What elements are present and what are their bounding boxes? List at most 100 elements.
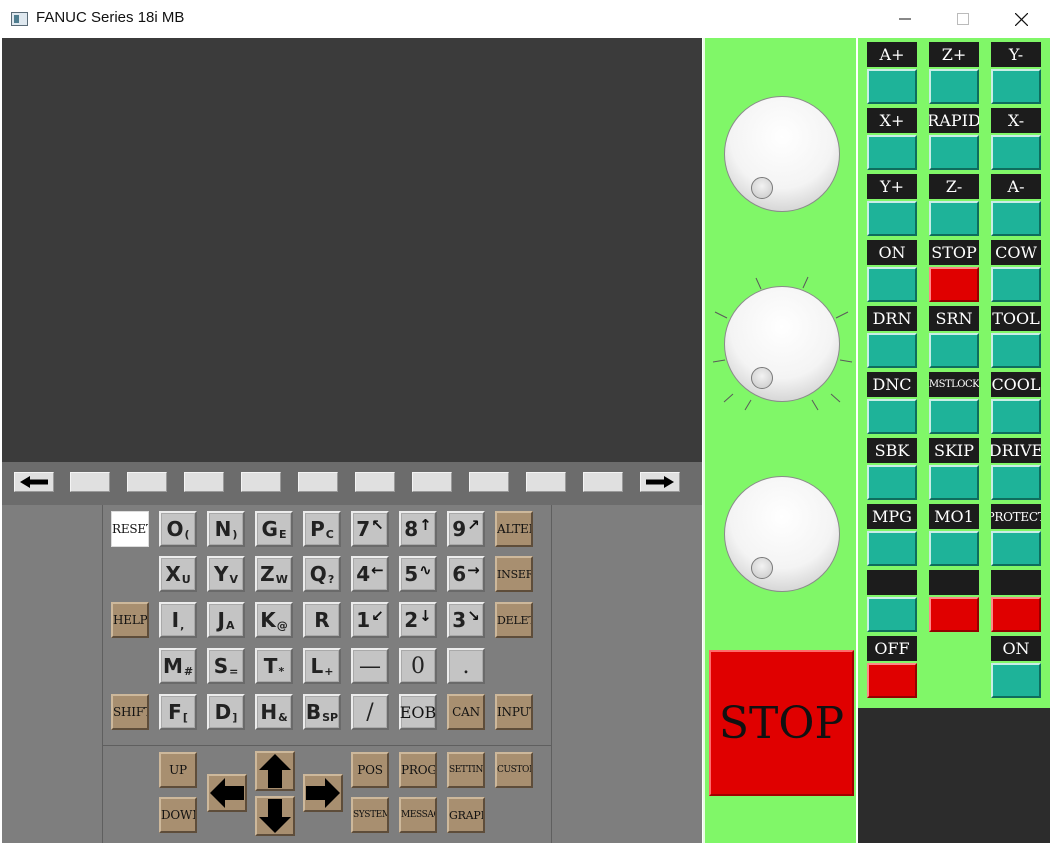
input-key[interactable]: INPUT: [495, 694, 533, 730]
skip-button[interactable]: [929, 465, 979, 500]
page-up-key[interactable]: UP: [159, 752, 197, 788]
cursor-right-key[interactable]: [303, 774, 343, 812]
mstlock-button[interactable]: [929, 399, 979, 434]
jog-x-plus-button[interactable]: [867, 135, 917, 170]
prog-key[interactable]: PROG: [399, 752, 437, 788]
reset-key[interactable]: RESET: [111, 511, 149, 547]
drive-button[interactable]: [991, 465, 1041, 500]
key-8[interactable]: 8 ↑: [399, 511, 437, 547]
key-4[interactable]: 4 ←: [351, 556, 389, 592]
key-z[interactable]: ZW: [255, 556, 293, 592]
sbk-button[interactable]: [867, 465, 917, 500]
key-d[interactable]: D]: [207, 694, 245, 730]
rapid-button[interactable]: [929, 135, 979, 170]
eob-key[interactable]: EOB: [399, 694, 437, 730]
mode-select-knob[interactable]: [724, 476, 840, 592]
key-t[interactable]: T *: [255, 648, 293, 684]
maximize-button[interactable]: [934, 0, 992, 38]
jog-y-plus-button[interactable]: [867, 201, 917, 236]
close-button[interactable]: [992, 0, 1050, 38]
page-down-key[interactable]: DOWN: [159, 797, 197, 833]
power-off-button[interactable]: [867, 663, 917, 698]
softkey-5[interactable]: [298, 472, 338, 492]
can-key[interactable]: CAN: [447, 694, 485, 730]
jog-z-minus-button[interactable]: [929, 201, 979, 236]
help-key[interactable]: HELP: [111, 602, 149, 638]
key-9[interactable]: 9 ↗: [447, 511, 485, 547]
softkey-next-button[interactable]: [640, 472, 680, 492]
softkey-7[interactable]: [412, 472, 452, 492]
emergency-stop-button[interactable]: STOP: [709, 650, 854, 796]
key-g[interactable]: GE: [255, 511, 293, 547]
unlabeled-red-button[interactable]: [929, 597, 979, 632]
shift-key[interactable]: SHIFT: [111, 694, 149, 730]
spindle-override-knob[interactable]: [724, 286, 840, 402]
key-q[interactable]: Q?: [303, 556, 341, 592]
message-key[interactable]: MESSAGE: [399, 797, 437, 833]
key-3[interactable]: 3 ↘: [447, 602, 485, 638]
jog-a-plus-button[interactable]: [867, 69, 917, 104]
delete-key[interactable]: DELETE: [495, 602, 533, 638]
unlabeled-button[interactable]: [867, 597, 917, 632]
key-k[interactable]: K @: [255, 602, 293, 638]
key-0[interactable]: 0: [399, 648, 437, 684]
key-6[interactable]: 6 →: [447, 556, 485, 592]
minimize-button[interactable]: [876, 0, 934, 38]
key-2[interactable]: 2 ↓: [399, 602, 437, 638]
key-o[interactable]: O(: [159, 511, 197, 547]
unlabeled-red-button[interactable]: [991, 597, 1041, 632]
power-on-button[interactable]: [991, 663, 1041, 698]
softkey-3[interactable]: [184, 472, 224, 492]
tool-button[interactable]: [991, 333, 1041, 368]
key-7[interactable]: 7 ↖: [351, 511, 389, 547]
custom-key[interactable]: CUSTOM: [495, 752, 533, 788]
jog-x-minus-button[interactable]: [991, 135, 1041, 170]
cow-button[interactable]: [991, 267, 1041, 302]
mo1-button[interactable]: [929, 531, 979, 566]
pos-key[interactable]: POS: [351, 752, 389, 788]
key-s[interactable]: S =: [207, 648, 245, 684]
key-i[interactable]: I,: [159, 602, 197, 638]
cursor-left-key[interactable]: [207, 774, 247, 812]
setting-key[interactable]: SETTING: [447, 752, 485, 788]
cursor-down-key[interactable]: [255, 796, 295, 836]
key-period[interactable]: .: [447, 648, 485, 684]
drn-button[interactable]: [867, 333, 917, 368]
key-f[interactable]: F[: [159, 694, 197, 730]
srn-button[interactable]: [929, 333, 979, 368]
mpg-button[interactable]: [867, 531, 917, 566]
softkey-2[interactable]: [127, 472, 167, 492]
key-j[interactable]: JA: [207, 602, 245, 638]
jog-z-plus-button[interactable]: [929, 69, 979, 104]
softkey-6[interactable]: [355, 472, 395, 492]
jog-a-minus-button[interactable]: [991, 201, 1041, 236]
softkey-9[interactable]: [526, 472, 566, 492]
key-p[interactable]: PC: [303, 511, 341, 547]
cycle-stop-button[interactable]: [929, 267, 979, 302]
key-n[interactable]: N): [207, 511, 245, 547]
key-x[interactable]: XU: [159, 556, 197, 592]
key-b[interactable]: B SP: [303, 694, 341, 730]
softkey-8[interactable]: [469, 472, 509, 492]
cursor-up-key[interactable]: [255, 751, 295, 791]
graph-key[interactable]: GRAPH: [447, 797, 485, 833]
key-m[interactable]: M #: [159, 648, 197, 684]
insert-key[interactable]: INSERT: [495, 556, 533, 592]
softkey-4[interactable]: [241, 472, 281, 492]
softkey-10[interactable]: [583, 472, 623, 492]
key-5[interactable]: 5 ∿: [399, 556, 437, 592]
softkey-prev-button[interactable]: [14, 472, 54, 492]
softkey-1[interactable]: [70, 472, 110, 492]
cycle-on-button[interactable]: [867, 267, 917, 302]
key-h[interactable]: H &: [255, 694, 293, 730]
key-y[interactable]: YV: [207, 556, 245, 592]
feedrate-override-knob[interactable]: [724, 96, 840, 212]
alter-key[interactable]: ALTER: [495, 511, 533, 547]
key-l[interactable]: L +: [303, 648, 341, 684]
key-1[interactable]: 1 ↙: [351, 602, 389, 638]
key-minus[interactable]: —: [351, 648, 389, 684]
protect-button[interactable]: [991, 531, 1041, 566]
jog-y-minus-button[interactable]: [991, 69, 1041, 104]
key-r[interactable]: R: [303, 602, 341, 638]
system-key[interactable]: SYSTEM: [351, 797, 389, 833]
